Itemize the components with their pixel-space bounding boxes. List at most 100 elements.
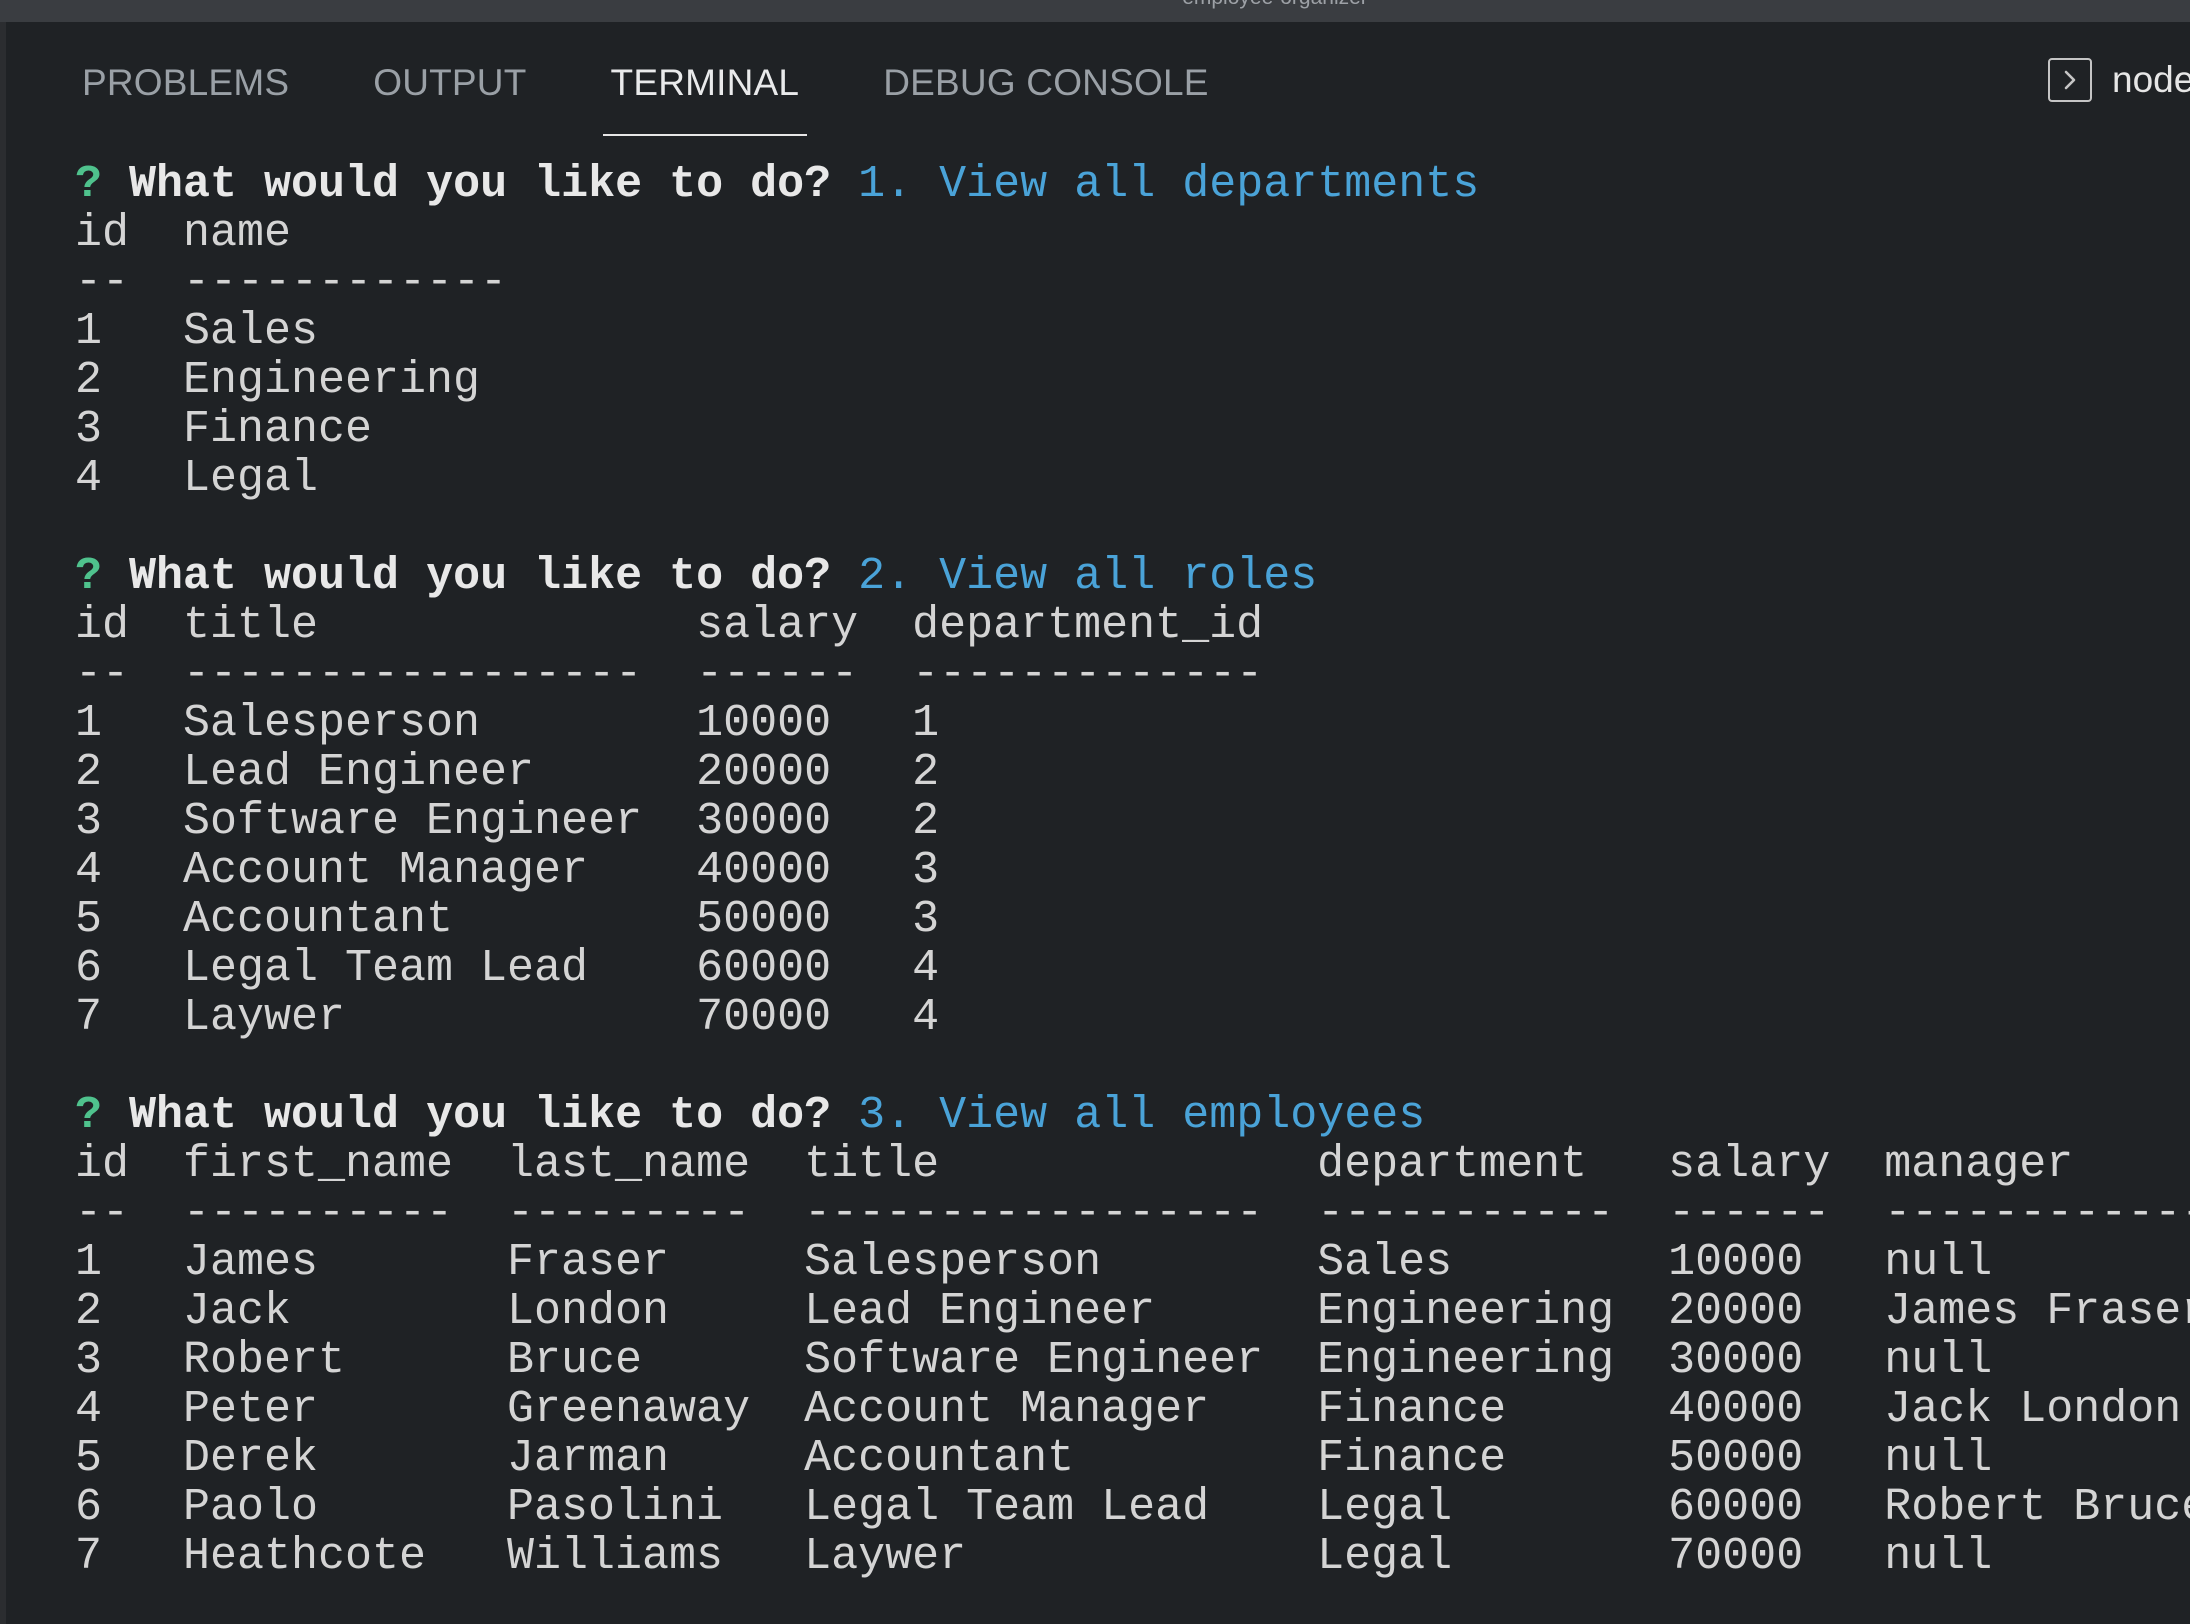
- tab-output[interactable]: OUTPUT: [373, 58, 526, 138]
- prompt-line: ? What would you like to do? 2. View all…: [75, 552, 2175, 601]
- table-cell: 40000: [1668, 1384, 1804, 1435]
- table-cell: Finance: [183, 404, 373, 455]
- table-cell: Legal Team Lead: [804, 1482, 1210, 1533]
- panel-tabs: PROBLEMS OUTPUT TERMINAL DEBUG CONSOLE: [82, 58, 1293, 138]
- column-header: id: [75, 1139, 130, 1190]
- table-row: 4 Peter Greenaway Account Manager Finance 400…: [75, 1384, 2181, 1435]
- tab-problems[interactable]: PROBLEMS: [82, 58, 289, 138]
- table-cell: 10000: [1668, 1237, 1804, 1288]
- table-cell: 7: [75, 1531, 103, 1582]
- table-cell: James Fraser: [1884, 1286, 2190, 1337]
- table-header-row: id first_name last_name title department sala…: [75, 1140, 2175, 1189]
- table-cell: 2: [912, 747, 940, 798]
- table-cell: Greenaway: [507, 1384, 751, 1435]
- table-cell: 6: [75, 943, 103, 994]
- table-cell: Salesperson: [804, 1237, 1102, 1288]
- table-cell: Heathcote: [183, 1531, 427, 1582]
- table-row: 6 Legal Team Lead 60000 4: [75, 944, 2175, 993]
- table-row: 6 Paolo Pasolini Legal Team Lead Legal 60000 R…: [75, 1482, 2190, 1533]
- table-cell: 4: [75, 1384, 103, 1435]
- table-cell: Jarman: [507, 1433, 670, 1484]
- table-cell: 4: [912, 943, 940, 994]
- table-cell: 40000: [696, 845, 832, 896]
- prompt-answer: 2. View all roles: [858, 551, 1318, 602]
- tab-terminal[interactable]: TERMINAL: [602, 58, 807, 138]
- table-cell: 10000: [696, 698, 832, 749]
- table-cell: Legal Team Lead: [183, 943, 589, 994]
- title-bar: employee-organizer: [0, 0, 2190, 22]
- table-cell: Jack London: [1884, 1384, 2182, 1435]
- table-row: 3 Finance: [75, 405, 2175, 454]
- table-cell: Derek: [183, 1433, 319, 1484]
- table-cell: 5: [75, 894, 103, 945]
- table-row: 1 Salesperson 10000 1: [75, 699, 2175, 748]
- column-separator: ------------: [183, 257, 508, 308]
- table-cell: 60000: [1668, 1482, 1804, 1533]
- table-row: 4 Legal: [75, 454, 2175, 503]
- table-cell: James: [183, 1237, 319, 1288]
- table-row: 7 Heathcote Williams Laywer Legal 70000 null: [75, 1532, 2175, 1581]
- column-separator: --: [75, 649, 130, 700]
- terminal-output[interactable]: ? What would you like to do? 1. View all…: [75, 159, 2190, 1581]
- column-header: department: [1317, 1139, 1588, 1190]
- table-cell: 4: [912, 992, 940, 1043]
- panel-left-edge: [0, 22, 6, 1624]
- table-cell: 70000: [1668, 1531, 1804, 1582]
- table-cell: Pasolini: [507, 1482, 724, 1533]
- table-cell: Sales: [183, 306, 319, 357]
- column-separator: ------: [696, 649, 859, 700]
- table-separator-row: -- ----------------- ------ -------------: [75, 650, 2175, 699]
- table-row: 3 Software Engineer 30000 2: [75, 797, 2175, 846]
- table-cell: Account Manager: [804, 1384, 1210, 1435]
- table-cell: null: [1884, 1237, 1993, 1288]
- table-row: 5 Derek Jarman Accountant Finance 50000 null: [75, 1434, 2175, 1483]
- table-row: 4 Account Manager 40000 3: [75, 846, 2175, 895]
- column-header: manager: [1884, 1139, 2074, 1190]
- terminal-selector[interactable]: node: [2048, 58, 2190, 102]
- table-cell: Lead Engineer: [804, 1286, 1156, 1337]
- table-cell: Legal: [1317, 1482, 1453, 1533]
- prompt-question: What would you like to do?: [129, 1090, 832, 1141]
- table-cell: Sales: [1317, 1237, 1453, 1288]
- table-cell: null: [1884, 1433, 1993, 1484]
- table-cell: 20000: [1668, 1286, 1804, 1337]
- table-cell: 30000: [1668, 1335, 1804, 1386]
- table-cell: 3: [912, 845, 940, 896]
- table-cell: 30000: [696, 796, 832, 847]
- column-separator: --: [75, 257, 130, 308]
- table-cell: Accountant: [804, 1433, 1075, 1484]
- table-cell: 3: [75, 796, 103, 847]
- table-cell: Software Engineer: [183, 796, 643, 847]
- table-row: 2 Lead Engineer 20000 2: [75, 748, 2175, 797]
- table-cell: 7: [75, 992, 103, 1043]
- table-cell: null: [1884, 1531, 1993, 1582]
- table-cell: Accountant: [183, 894, 454, 945]
- table-cell: London: [507, 1286, 670, 1337]
- table-row: 7 Laywer 70000 4: [75, 993, 2175, 1042]
- table-cell: Engineering: [1317, 1286, 1615, 1337]
- table-cell: 50000: [696, 894, 832, 945]
- prompt-line: ? What would you like to do? 3. View all…: [75, 1091, 2175, 1140]
- table-cell: Jack: [183, 1286, 292, 1337]
- prompt-answer: 3. View all employees: [858, 1090, 1426, 1141]
- table-cell: Legal: [1317, 1531, 1453, 1582]
- table-cell: 20000: [696, 747, 832, 798]
- prompt-question: What would you like to do?: [129, 551, 832, 602]
- column-separator: -----------: [1317, 1188, 1615, 1239]
- table-cell: Engineering: [183, 355, 481, 406]
- table-cell: Software Engineer: [804, 1335, 1264, 1386]
- table-cell: Williams: [507, 1531, 724, 1582]
- table-cell: Account Manager: [183, 845, 589, 896]
- table-cell: 1: [75, 1237, 103, 1288]
- table-cell: 2: [75, 747, 103, 798]
- table-row: 2 Engineering: [75, 356, 2175, 405]
- column-separator: ----------: [183, 1188, 454, 1239]
- column-separator: --: [75, 1188, 130, 1239]
- table-row: 5 Accountant 50000 3: [75, 895, 2175, 944]
- tab-debug-console[interactable]: DEBUG CONSOLE: [883, 58, 1208, 138]
- prompt-question-mark: ?: [75, 159, 130, 210]
- table-cell: 1: [75, 698, 103, 749]
- table-row: 1 Sales: [75, 307, 2175, 356]
